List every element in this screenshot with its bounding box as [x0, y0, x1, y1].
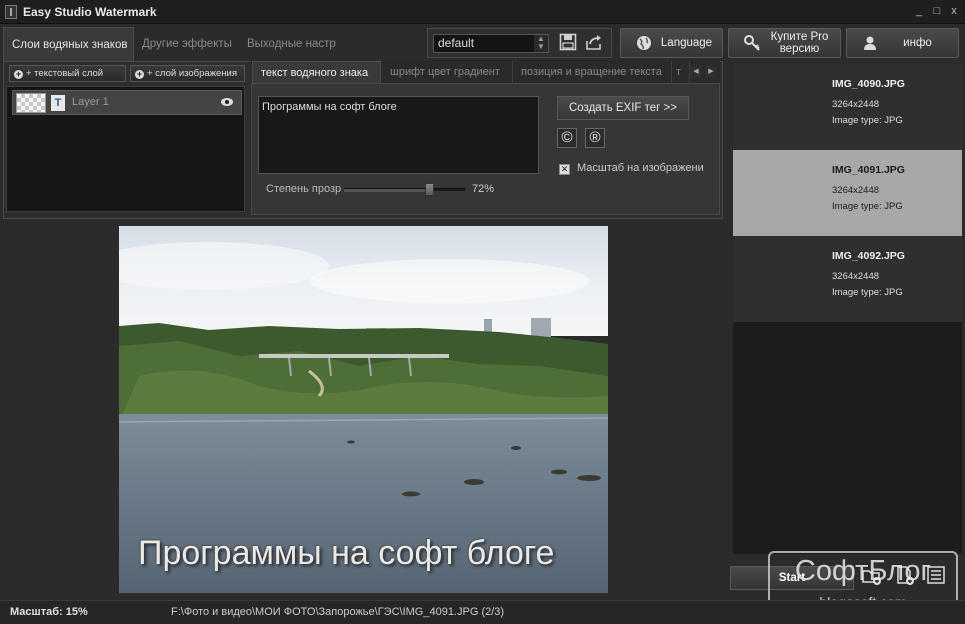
image-dimensions: 3264x2448	[832, 271, 880, 282]
save-preset-icon[interactable]	[558, 33, 578, 53]
image-type: Image type: JPG	[832, 287, 903, 298]
tab-watermark-text[interactable]: текст водяного знака	[252, 61, 381, 83]
image-list-item[interactable]: IMG_4092.JPG 3264x2448 Image type: JPG	[733, 236, 962, 322]
tab-font-color-gradient[interactable]: шрифт цвет градиент	[382, 61, 513, 83]
tab-output-settings[interactable]: Выходные настр	[239, 27, 343, 61]
layer-name: Layer 1	[72, 96, 109, 108]
layer-thumbnail	[16, 93, 46, 113]
image-list-item-selected[interactable]: IMG_4091.JPG 3264x2448 Image type: JPG	[733, 150, 962, 236]
opacity-value: 72%	[472, 183, 495, 195]
site-watermark-title: СофтБлог	[794, 555, 932, 587]
image-filename: IMG_4092.JPG	[832, 250, 905, 262]
watermark-text-input[interactable]: Программы на софт блоге	[258, 96, 539, 174]
copyright-button[interactable]: ©	[557, 128, 577, 148]
opacity-label: Степень прозр	[266, 183, 341, 195]
buy-pro-button[interactable]: Купите Pro версию	[728, 28, 841, 58]
info-label: инфо	[903, 37, 932, 49]
add-text-layer-label: + текстовый слой	[26, 68, 104, 79]
text-layer-icon: T	[51, 95, 65, 111]
export-preset-icon[interactable]	[584, 33, 604, 53]
buy-pro-label: Купите Pro версию	[770, 31, 829, 55]
image-dimensions: 3264x2448	[832, 99, 880, 110]
status-bar: Масштаб: 15% F:\Фото и видео\МОИ ФОТО\За…	[0, 600, 965, 624]
close-icon[interactable]: x	[947, 4, 961, 18]
user-icon	[861, 35, 879, 53]
spin-arrows-icon[interactable]: ▲ ▼	[534, 35, 548, 52]
minimize-icon[interactable]: _	[912, 4, 926, 18]
watermark-overlay-text: Программы на софт блоге	[138, 534, 555, 572]
layers-section: + + текстовый слой + + слой изображения T …	[6, 65, 245, 212]
plus-icon: +	[135, 69, 144, 79]
window-title: Easy Studio Watermark	[23, 5, 157, 19]
key-icon	[743, 35, 761, 53]
image-type: Image type: JPG	[832, 115, 903, 126]
tab-overflow[interactable]: т	[672, 61, 690, 83]
language-label: Language	[660, 37, 713, 49]
tab-watermark-layers[interactable]: Слои водяных знаков	[3, 27, 134, 61]
scale-checkbox[interactable]: ✕	[559, 164, 570, 175]
add-image-layer-label: + слой изображения	[147, 68, 237, 79]
image-dimensions: 3264x2448	[832, 185, 880, 196]
sub-tabs: текст водяного знака шрифт цвет градиент…	[251, 61, 720, 83]
tab-text-position-rotation[interactable]: позиция и вращение текста	[513, 61, 672, 83]
eye-icon[interactable]	[221, 98, 233, 106]
opacity-slider[interactable]	[344, 183, 465, 196]
maximize-icon[interactable]: □	[930, 4, 944, 18]
preset-select[interactable]: default ▲ ▼	[433, 34, 549, 53]
language-button[interactable]: Language	[620, 28, 723, 58]
zoom-level: Масштаб: 15%	[10, 606, 88, 618]
layer-list: T Layer 1	[6, 86, 245, 212]
info-button[interactable]: инфо	[846, 28, 959, 58]
plus-icon: +	[14, 69, 23, 79]
watermark-text-panel: текст водяного знака шрифт цвет градиент…	[251, 61, 720, 215]
add-text-layer-button[interactable]: + + текстовый слой	[9, 65, 126, 82]
layer-item[interactable]: T Layer 1	[12, 90, 242, 115]
create-exif-tag-button[interactable]: Создать EXIF тег >>	[557, 96, 689, 120]
image-filename: IMG_4091.JPG	[832, 164, 905, 176]
text-tab-body: Программы на софт блоге Создать EXIF тег…	[251, 83, 720, 215]
opacity-slider-fill	[344, 189, 425, 192]
tab-scroll-left-icon[interactable]: ◀	[690, 66, 702, 78]
image-filename: IMG_4090.JPG	[832, 78, 905, 90]
image-type: Image type: JPG	[832, 201, 903, 212]
preset-value: default	[438, 36, 475, 50]
opacity-slider-thumb[interactable]	[425, 183, 434, 196]
image-list-item[interactable]: IMG_4090.JPG 3264x2448 Image type: JPG	[733, 64, 962, 150]
title-bar: Easy Studio Watermark _ □ x	[0, 0, 965, 24]
tab-other-effects[interactable]: Другие эффекты	[134, 27, 239, 61]
image-preview: Программы на софт блоге	[119, 226, 608, 593]
preset-group: default ▲ ▼	[427, 28, 612, 58]
globe-icon	[635, 35, 653, 53]
app-icon	[5, 5, 17, 19]
scale-checkbox-label: Масштаб на изображени	[577, 162, 703, 174]
registered-button[interactable]: ®	[585, 128, 605, 148]
add-image-layer-button[interactable]: + + слой изображения	[130, 65, 245, 82]
image-list: IMG_4090.JPG 3264x2448 Image type: JPG I…	[733, 64, 962, 554]
current-file-path: F:\Фото и видео\МОИ ФОТО\Запорожье\ГЭС\I…	[171, 606, 505, 618]
tab-scroll-right-icon[interactable]: ▶	[705, 66, 717, 78]
